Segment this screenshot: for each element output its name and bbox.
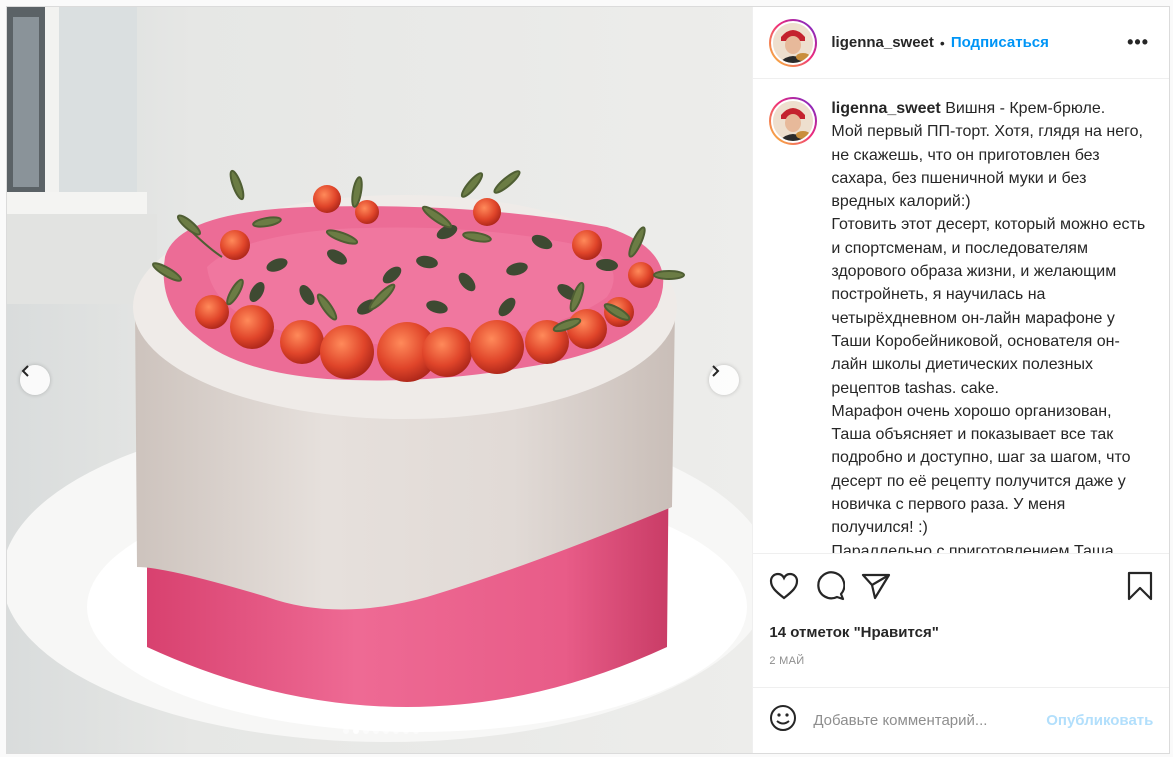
post-header: ligenna_sweet • Подписаться •••: [753, 7, 1169, 79]
comment-input[interactable]: [813, 712, 1024, 729]
carousel-dot: [372, 728, 379, 734]
carousel-dot: [362, 728, 369, 734]
caption-section: ligenna_sweet Вишня - Крем-брюле. Мой пе…: [753, 79, 1169, 553]
separator-dot: •: [939, 34, 945, 51]
post-date[interactable]: 2 МАЙ: [769, 655, 1153, 667]
avatar[interactable]: [769, 18, 818, 67]
caption-text: ligenna_sweet Вишня - Крем-брюле. Мой пе…: [831, 97, 1149, 553]
bookmark-icon: [1127, 571, 1153, 606]
carousel-dot: [392, 728, 399, 734]
comment-button[interactable]: [815, 568, 855, 608]
smile-icon[interactable]: [769, 704, 797, 737]
carousel-dot: [402, 728, 409, 734]
heart-icon: [769, 572, 799, 605]
carousel-dot: [352, 728, 359, 734]
carousel-dot: [342, 728, 349, 734]
carousel-prev-button[interactable]: [20, 365, 50, 395]
carousel-indicator: [7, 728, 752, 734]
post-sidebar: ligenna_sweet • Подписаться ••• ligenna_…: [753, 7, 1170, 753]
action-icons: [769, 568, 1153, 608]
carousel-dot: [412, 728, 419, 734]
carousel-next-button[interactable]: [709, 365, 739, 395]
comment-icon: [815, 570, 846, 606]
save-button[interactable]: [1113, 568, 1153, 608]
share-button[interactable]: [861, 568, 901, 608]
caption-body: Вишня - Крем-брюле. Мой первый ПП-торт. …: [831, 100, 1146, 553]
follow-button[interactable]: Подписаться: [951, 34, 1049, 51]
more-options-button[interactable]: •••: [1127, 32, 1153, 53]
actions-section: 14 отметок "Нравится" 2 МАЙ: [753, 553, 1169, 667]
post-media: [7, 7, 754, 753]
cake-photo: [7, 7, 753, 753]
caption-avatar[interactable]: [769, 97, 818, 145]
add-comment-bar: Опубликовать: [753, 687, 1170, 753]
paper-plane-icon: [861, 572, 891, 605]
caption-username[interactable]: ligenna_sweet: [831, 100, 940, 117]
post-modal: ligenna_sweet • Подписаться ••• ligenna_…: [6, 6, 1170, 754]
carousel-dot: [382, 728, 389, 734]
publish-button[interactable]: Опубликовать: [1046, 712, 1153, 729]
like-button[interactable]: [769, 568, 809, 608]
likes-count[interactable]: 14 отметок "Нравится": [769, 624, 1153, 641]
username[interactable]: ligenna_sweet: [831, 34, 934, 51]
